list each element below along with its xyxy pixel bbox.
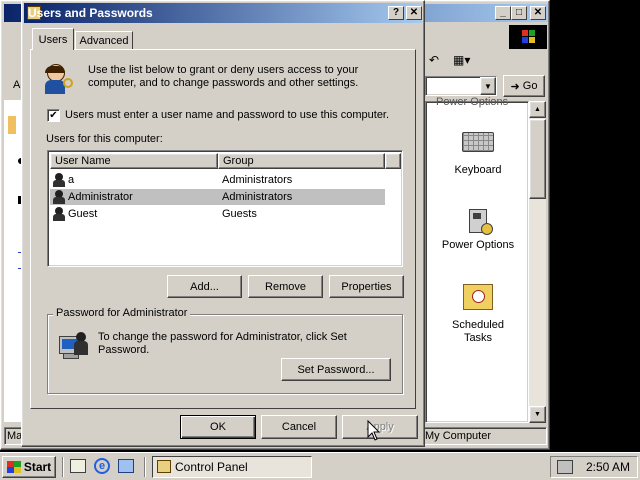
arrow-down-icon: ▼ — [534, 411, 541, 418]
maximize-button[interactable]: □ — [511, 6, 527, 20]
password-help-text: To change the password for Administrator… — [98, 331, 347, 356]
user-icon — [53, 173, 67, 187]
windows-flag-icon — [6, 461, 21, 473]
remove-user-button[interactable]: Remove — [248, 275, 323, 298]
table-row[interactable]: a Administrators — [50, 172, 385, 188]
content-pane: Power Options Keyboard Power Options Sch… — [425, 96, 530, 423]
keyboard-icon — [462, 132, 494, 152]
scroll-up-button[interactable]: ▲ — [529, 101, 546, 118]
arrow-up-icon: ▲ — [534, 106, 541, 113]
address-label-fragment: A — [13, 79, 21, 91]
header-partial: Power Options — [436, 96, 509, 108]
task-control-panel[interactable]: Control Panel — [152, 456, 312, 478]
close-icon: ✕ — [533, 7, 543, 18]
user-group: Administrators — [222, 191, 293, 203]
users-list-label: Users for this computer: — [46, 133, 163, 145]
scheduled-tasks-icon — [463, 284, 493, 310]
clock[interactable]: 2:50 AM — [586, 460, 630, 474]
set-password-button[interactable]: Set Password... — [281, 358, 391, 381]
user-group: Guests — [222, 208, 257, 220]
windows-logo — [509, 25, 547, 49]
outlook-express-icon[interactable] — [118, 459, 134, 473]
require-login-checkbox[interactable]: ✔ — [47, 109, 60, 122]
tab-advanced[interactable]: Advanced — [75, 31, 133, 50]
network-tray-icon[interactable] — [557, 460, 573, 474]
mouse-cursor — [367, 419, 381, 442]
dropdown-arrow-button[interactable]: ▼ — [480, 77, 496, 95]
windows-flag-icon — [522, 30, 536, 44]
minimize-button[interactable]: _ — [495, 6, 511, 20]
maximize-icon: □ — [515, 7, 523, 18]
scheduled-tasks-item[interactable]: Scheduled Tasks — [426, 284, 530, 344]
content-scrollbar[interactable]: ▲ ▼ — [529, 101, 546, 423]
dialog-titlebar[interactable]: Users and Passwords ? ✕ — [24, 3, 422, 23]
keyboard-label: Keyboard — [454, 164, 502, 176]
minimize-icon: _ — [500, 7, 506, 18]
dialog-close-button[interactable]: ✕ — [406, 6, 422, 20]
tab-users[interactable]: Users — [32, 28, 74, 50]
help-button[interactable]: ? — [388, 6, 404, 20]
start-button[interactable]: Start — [2, 456, 56, 478]
tab-panel: Use the list below to grant or deny user… — [30, 49, 416, 409]
computer-user-icon — [59, 330, 91, 362]
user-group: Administrators — [222, 174, 293, 186]
status-bar-left: Ma — [4, 427, 22, 445]
dialog-title: Users and Passwords — [28, 6, 153, 20]
go-button[interactable]: ➜ Go — [503, 75, 545, 97]
help-icon: ? — [392, 7, 400, 18]
ok-button[interactable]: OK — [180, 415, 256, 439]
scroll-down-button[interactable]: ▼ — [529, 406, 546, 423]
intro-text: Use the list below to grant or deny user… — [88, 64, 359, 89]
status-bar-zone: My Computer — [415, 427, 547, 445]
column-header-filler — [385, 153, 401, 169]
taskbar-separator — [144, 457, 146, 477]
power-options-icon — [465, 207, 493, 237]
user-name: Guest — [68, 208, 98, 220]
properties-button[interactable]: Properties — [329, 275, 404, 298]
undo-icon[interactable]: ↶ — [429, 53, 439, 67]
show-desktop-icon[interactable] — [70, 459, 86, 473]
close-button[interactable]: ✕ — [530, 6, 546, 20]
views-icon[interactable]: ▦▾ — [453, 53, 473, 67]
go-arrow-icon: ➜ — [510, 80, 520, 93]
users-listview[interactable]: User Name Group a Administrators Adminis… — [47, 150, 403, 267]
add-user-button[interactable]: Add... — [167, 275, 242, 298]
address-dropdown[interactable]: ▼ — [425, 76, 497, 96]
column-header-username[interactable]: User Name — [50, 153, 218, 169]
user-name: Administrator — [68, 191, 133, 203]
users-keys-icon — [43, 62, 77, 96]
password-group-label: Password for Administrator — [53, 307, 191, 319]
checkmark-icon: ✔ — [49, 110, 58, 121]
keyboard-item[interactable]: Keyboard — [426, 132, 530, 184]
user-name: a — [68, 174, 75, 186]
scroll-thumb[interactable] — [529, 119, 546, 199]
user-icon — [53, 207, 67, 221]
cancel-button[interactable]: Cancel — [261, 415, 337, 439]
taskbar: Start e Control Panel 2:50 AM — [0, 452, 640, 480]
table-row[interactable]: Guest Guests — [50, 206, 385, 222]
users-passwords-dialog: Users and Passwords ? ✕ Users Advanced U… — [21, 0, 425, 447]
power-options-label: Power Options — [441, 239, 515, 251]
taskbar-separator — [62, 457, 64, 477]
system-tray: 2:50 AM — [550, 456, 638, 478]
column-header-group[interactable]: Group — [218, 153, 385, 169]
internet-explorer-icon[interactable]: e — [94, 458, 110, 474]
left-pane-fragment — [4, 100, 24, 422]
table-row[interactable]: Administrator Administrators — [50, 189, 385, 205]
control-panel-icon — [157, 460, 171, 473]
power-options-item[interactable]: Power Options — [426, 207, 530, 259]
close-icon: ✕ — [409, 7, 419, 18]
require-login-label[interactable]: Users must enter a user name and passwor… — [65, 109, 389, 121]
user-icon — [53, 190, 67, 204]
status-zone-label: My Computer — [425, 430, 492, 442]
chevron-down-icon: ▼ — [484, 81, 492, 91]
scheduled-tasks-label: Scheduled Tasks — [452, 319, 504, 344]
